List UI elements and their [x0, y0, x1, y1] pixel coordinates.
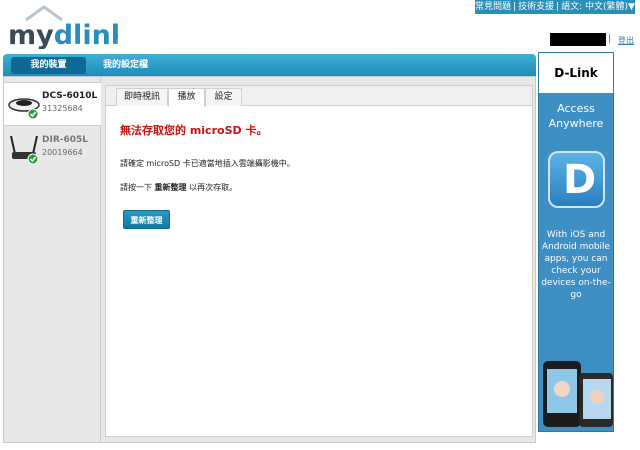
refresh-emphasis: 重新整理 [154, 183, 187, 192]
error-title: 無法存取您的 microSD 卡。 [120, 124, 268, 137]
device-id: 31325684 [42, 104, 83, 113]
text: 請按一下 [120, 183, 155, 192]
error-message-line1: 請確定 microSD 卡已適當地插入雲端攝影機中。 [120, 159, 295, 168]
main-nav: 我的裝置 我的設定檔 [3, 54, 536, 76]
tab-playback[interactable]: 播放 [168, 88, 205, 107]
support-link[interactable]: 技術支援 [518, 2, 554, 12]
device-item-dir-605l[interactable]: DIR-605L 20019664 [4, 127, 101, 171]
tab-live-video[interactable]: 即時視訊 [116, 88, 168, 106]
device-item-dcs-6010l[interactable]: DCS-6010L 31325684 [4, 82, 101, 126]
dlink-app-icon: D [548, 151, 605, 208]
ad-body: With iOS and Android mobile apps, you ca… [541, 230, 611, 300]
logo-text: mydlink [8, 20, 118, 49]
separator: | [608, 34, 612, 44]
refresh-button[interactable]: 重新整理 [123, 210, 170, 229]
username-redacted [550, 33, 606, 46]
device-name: DCS-6010L [42, 91, 98, 101]
camera-icon [7, 88, 41, 122]
text: 以再次存取。 [186, 183, 238, 192]
tab-bar: 即時視訊 播放 設定 [106, 86, 532, 107]
router-icon [7, 132, 41, 166]
language-select[interactable]: 語文: 中文(繁體)▼ [561, 2, 635, 12]
dlink-brand-logo: D-Link [539, 53, 613, 93]
nav-my-devices[interactable]: 我的裝置 [11, 57, 86, 74]
faq-link[interactable]: 常見問題 [475, 2, 511, 12]
main-frame: DCS-6010L 31325684 DIR-605L 20019664 即時視… [3, 76, 536, 443]
mydlink-logo: mydlink [8, 4, 118, 49]
device-name: DIR-605L [42, 135, 89, 145]
device-list: DCS-6010L 31325684 DIR-605L 20019664 [4, 77, 101, 442]
logout-link[interactable]: 登出 [618, 35, 634, 46]
phone-image [539, 353, 613, 431]
ad-banner[interactable]: D-Link Access Anywhere D With iOS and An… [538, 52, 614, 432]
device-id: 20019664 [42, 148, 83, 157]
content-panel: 即時視訊 播放 設定 無法存取您的 microSD 卡。 請確定 microSD… [105, 85, 533, 437]
error-message-line2: 請按一下 重新整理 以再次存取。 [120, 182, 237, 193]
top-links-bar: 常見問題 | 技術支援 | 語文: 中文(繁體)▼ [475, 0, 635, 14]
tab-settings[interactable]: 設定 [205, 88, 242, 106]
nav-my-settings[interactable]: 我的設定檔 [103, 57, 148, 74]
ad-headline: Access Anywhere [548, 102, 604, 130]
